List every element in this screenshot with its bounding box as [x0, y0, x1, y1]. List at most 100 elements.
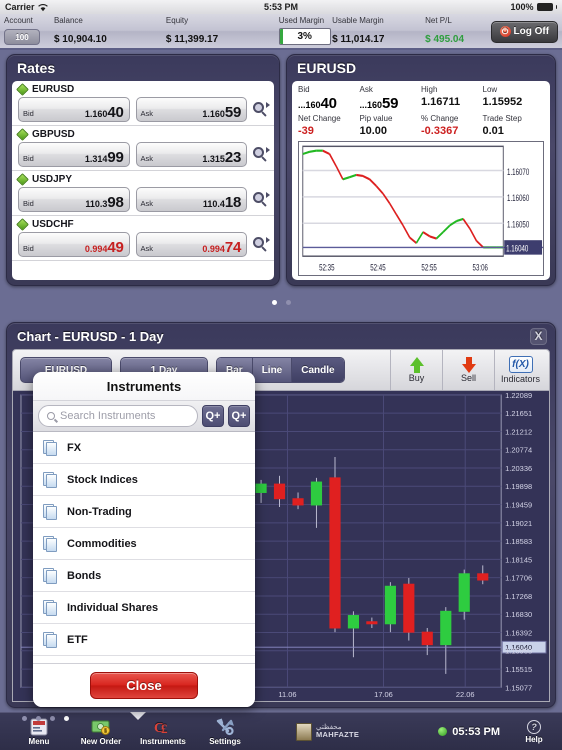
detail-stat-value: -39: [298, 125, 314, 137]
tab-help[interactable]: ? Help: [514, 714, 554, 750]
rate-row[interactable]: EURUSD Bid 1.160 40 Ask 1.160 59: [12, 81, 274, 126]
rate-row[interactable]: USDJPY Bid 110.3 98 Ask 110.4 18: [12, 171, 274, 216]
list-item[interactable]: Individual Shares: [33, 592, 255, 624]
rate-row[interactable]: GBPUSD Bid 1.314 99 Ask 1.315 23: [12, 126, 274, 171]
tick-chart[interactable]: 1.16040 1.16070 1.16060 1.16050 52:35 52:45 52…: [298, 141, 544, 276]
svg-text:1.15953: 1.15953: [505, 647, 532, 656]
net-pl-value: $ 495.04: [425, 34, 465, 45]
folder-icon: [43, 599, 58, 616]
svg-text:$: $: [104, 729, 107, 735]
svg-text:1.16392: 1.16392: [505, 628, 532, 637]
account-label: Account: [4, 16, 33, 25]
svg-text:1.19459: 1.19459: [505, 501, 532, 510]
rates-list[interactable]: EURUSD Bid 1.160 40 Ask 1.160 59 GBPUSD Bid 1.314…: [12, 81, 274, 280]
chart-page-dots[interactable]: [22, 716, 69, 721]
page-dot[interactable]: [22, 716, 27, 721]
tab-new-order[interactable]: $ New Order: [70, 714, 132, 750]
svg-text:22.06: 22.06: [456, 690, 475, 699]
page-dot[interactable]: [50, 716, 55, 721]
rate-row[interactable]: USDCHF Bid 0.994 49 Ask 0.994 74: [12, 216, 274, 261]
ask-price-small: 0.994: [202, 244, 225, 254]
indicators-button[interactable]: f(X) Indicators: [494, 350, 546, 390]
ask-price: 1.160 59: [202, 105, 241, 120]
list-item[interactable]: FX: [33, 432, 255, 464]
list-item[interactable]: ETF: [33, 624, 255, 656]
balance-cell: Balance $ 10,904.10: [54, 16, 166, 47]
magnifier-icon[interactable]: [253, 146, 270, 163]
ask-button[interactable]: Ask 0.994 74: [135, 232, 247, 257]
ask-label: Ask: [140, 109, 154, 118]
instruments-list[interactable]: FX Stock Indices Non-Trading Commodities Bon…: [33, 432, 255, 663]
bid-price-big: 98: [107, 194, 124, 211]
connection-status-icon: [438, 727, 448, 736]
net-pl-cell: Net P/L $ 495.04: [425, 16, 490, 47]
list-item-label: FX: [67, 441, 82, 454]
chart-panel-header: Chart - EURUSD - 1 Day X: [7, 323, 555, 349]
bid-button[interactable]: Bid 1.314 99: [18, 142, 130, 167]
list-item[interactable]: Commodities: [33, 528, 255, 560]
sell-button[interactable]: Sell: [442, 350, 494, 390]
page-dot[interactable]: [36, 716, 41, 721]
indicators-label: Indicators: [500, 374, 541, 384]
list-item-label: Non-Trading: [67, 505, 132, 518]
battery-icon: [536, 3, 553, 11]
brand-image-icon: [296, 722, 312, 741]
list-item[interactable]: Non-Trading: [33, 496, 255, 528]
page-dot[interactable]: [64, 716, 69, 721]
close-icon[interactable]: X: [530, 327, 547, 345]
used-margin-label: Used Margin: [278, 16, 325, 25]
bid-button[interactable]: Bid 0.994 49: [18, 232, 130, 257]
ask-price-small: 110.4: [202, 199, 225, 209]
tab-settings[interactable]: Settings: [194, 714, 256, 750]
list-item-label: Commodities: [67, 537, 137, 550]
rate-symbol-row: USDJPY: [16, 173, 270, 187]
rates-page-dots[interactable]: [0, 300, 562, 305]
svg-text:1.16040: 1.16040: [506, 243, 529, 254]
bid-label: Bid: [23, 199, 34, 208]
ask-button[interactable]: Ask 110.4 18: [135, 187, 247, 212]
detail-panel-title: EURUSD: [297, 60, 357, 76]
search-plus-alt-icon[interactable]: Q+: [228, 405, 250, 427]
buy-button[interactable]: Buy: [390, 350, 442, 390]
magnifier-icon[interactable]: [253, 191, 270, 208]
arrow-down-icon: [461, 357, 476, 373]
bid-price: 0.994 49: [85, 240, 124, 255]
magnifier-icon[interactable]: [253, 101, 270, 118]
list-item[interactable]: Stock Indices: [33, 464, 255, 496]
page-dot[interactable]: [285, 300, 291, 305]
detail-stat-label: Trade Step: [482, 114, 522, 123]
ask-button[interactable]: Ask 1.160 59: [135, 97, 247, 122]
list-item-label: Individual Shares: [67, 601, 159, 614]
chart-type-candle[interactable]: Candle: [292, 358, 344, 382]
tab-instruments-label: Instruments: [140, 736, 186, 746]
log-off-button[interactable]: ⏻ Log Off: [490, 20, 559, 43]
rates-panel-title: Rates: [17, 60, 56, 76]
instruments-dialog-title: Instruments: [33, 372, 255, 400]
usable-margin-value: $ 11,014.17: [332, 34, 385, 45]
list-item[interactable]: Bonds: [33, 560, 255, 592]
tabbar-time: 05:53 PM: [452, 725, 500, 738]
equity-cell: Equity $ 11,399.17: [166, 16, 279, 47]
search-plus-icon[interactable]: Q+: [202, 405, 224, 427]
magnifier-icon[interactable]: [253, 236, 270, 253]
search-icon: [47, 412, 55, 420]
detail-stat-cell: Bid ...160 40: [298, 84, 360, 111]
bid-button[interactable]: Bid 110.3 98: [18, 187, 130, 212]
chart-type-line[interactable]: Line: [252, 358, 293, 382]
trend-diamond-icon: [16, 128, 29, 141]
bid-label: Bid: [23, 109, 34, 118]
rate-symbol: GBPUSD: [32, 129, 75, 140]
bid-button[interactable]: Bid 1.160 40: [18, 97, 130, 122]
instruments-search-bar: Search Instruments Q+ Q+: [33, 400, 255, 432]
page-dot[interactable]: [271, 300, 277, 305]
ask-button[interactable]: Ask 1.315 23: [135, 142, 247, 167]
search-input[interactable]: Search Instruments: [38, 405, 198, 427]
folder-icon: [43, 567, 58, 584]
close-button[interactable]: Close: [90, 672, 198, 699]
account-number-badge[interactable]: 100: [4, 29, 40, 45]
bid-label: Bid: [23, 244, 34, 253]
svg-text:1.19898: 1.19898: [505, 482, 532, 491]
svg-text:1.21651: 1.21651: [505, 409, 532, 418]
brand-logo: محفظتي MAHFAZTE: [296, 722, 359, 741]
svg-text:1.21212: 1.21212: [505, 427, 532, 436]
